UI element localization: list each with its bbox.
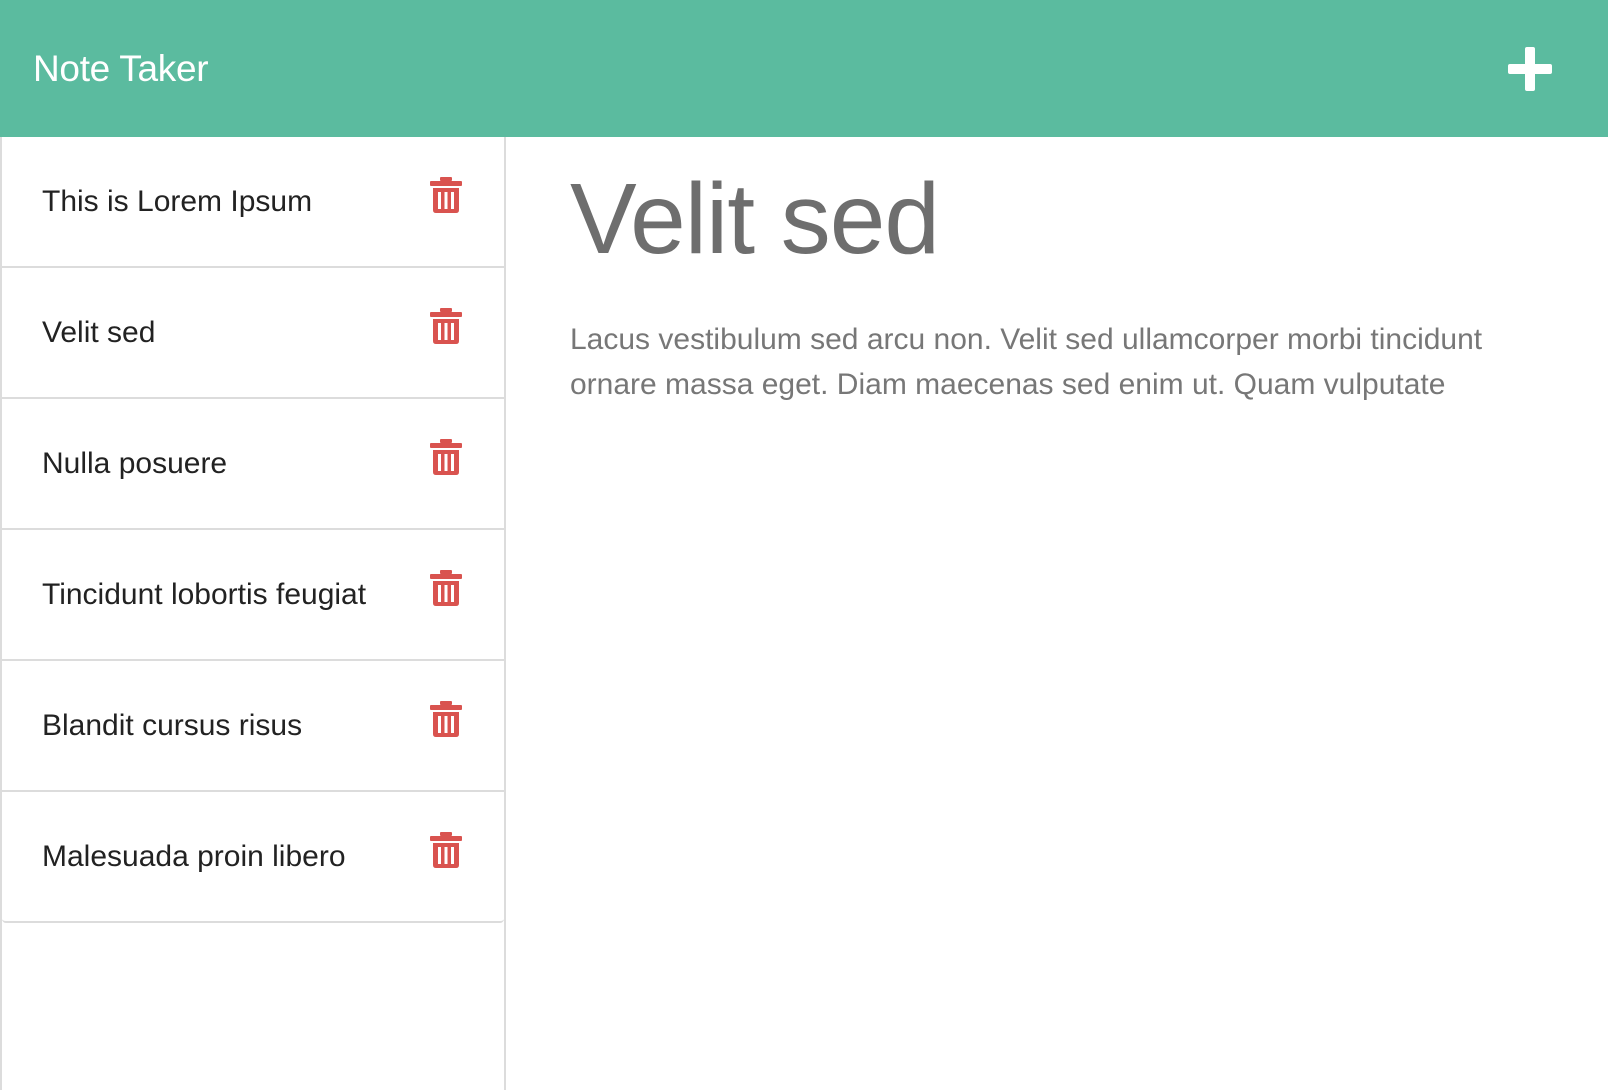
note-list-item-title: Velit sed <box>42 316 156 349</box>
note-sidebar: This is Lorem Ipsum Velit sed Nulla posu… <box>0 137 506 1090</box>
note-list-item-title: Blandit cursus risus <box>42 709 303 742</box>
note-list-item[interactable]: Malesuada proin libero <box>2 792 504 921</box>
app-title[interactable]: Note Taker <box>33 48 209 90</box>
plus-icon <box>1508 46 1552 91</box>
new-note-button[interactable] <box>1508 46 1552 91</box>
note-list-item[interactable]: Nulla posuere <box>2 399 504 530</box>
navbar: Note Taker <box>0 0 1608 137</box>
note-viewer: Velit sed Lacus vestibulum sed arcu non.… <box>506 137 1608 1090</box>
trash-icon[interactable] <box>430 570 462 606</box>
note-list-item[interactable]: Velit sed <box>2 268 504 399</box>
note-list-item-title: Tincidunt lobortis feugiat <box>42 578 367 611</box>
note-text-display[interactable]: Lacus vestibulum sed arcu non. Velit sed… <box>570 317 1568 407</box>
trash-icon[interactable] <box>430 701 462 737</box>
note-list-item-title: Malesuada proin libero <box>42 840 346 873</box>
note-title-display[interactable]: Velit sed <box>570 159 1568 279</box>
trash-icon[interactable] <box>430 439 462 475</box>
note-list: This is Lorem Ipsum Velit sed Nulla posu… <box>2 137 504 923</box>
trash-icon[interactable] <box>430 308 462 344</box>
note-list-item-title: This is Lorem Ipsum <box>42 185 313 218</box>
note-list-item[interactable]: This is Lorem Ipsum <box>2 137 504 268</box>
note-list-item[interactable]: Blandit cursus risus <box>2 661 504 792</box>
trash-icon[interactable] <box>430 832 462 868</box>
note-list-item[interactable]: Tincidunt lobortis feugiat <box>2 530 504 661</box>
note-list-item-title: Nulla posuere <box>42 447 228 480</box>
trash-icon[interactable] <box>430 177 462 213</box>
